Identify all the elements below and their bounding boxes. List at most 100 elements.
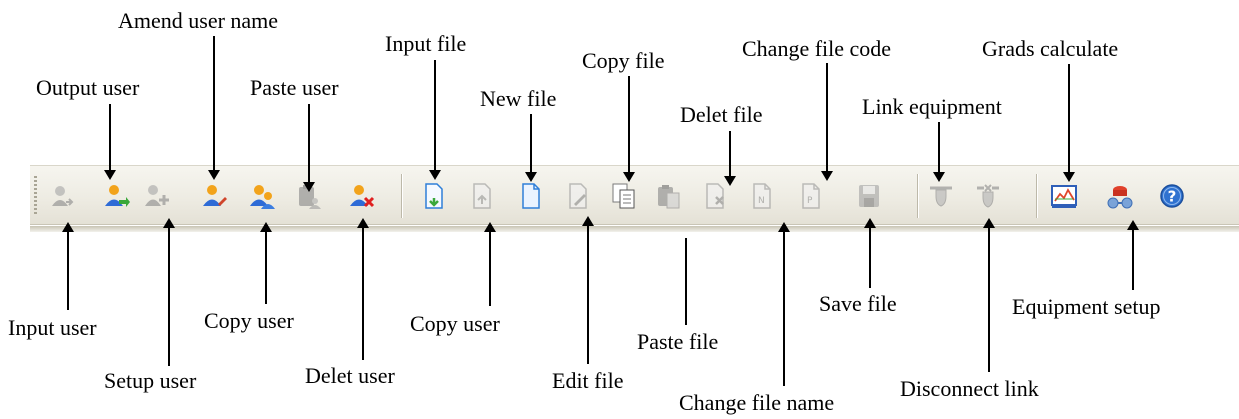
arrowhead [933,172,945,182]
file-export-icon [473,183,491,209]
equipment-setup-button[interactable] [1106,182,1134,210]
leader-change-file-code [826,63,828,173]
svg-text:N: N [758,196,765,206]
link-equipment-icon [930,186,952,207]
leader-disconnect-link [988,226,990,372]
svg-text:P: P [807,196,813,206]
leader-paste-user [308,104,310,184]
help-button[interactable]: ? [1158,182,1186,210]
copy-file-user-button[interactable] [468,182,496,210]
label-paste-user: Paste user [250,75,339,100]
user-add-icon [145,185,169,206]
grads-calculate-button[interactable] [1050,182,1078,210]
disconnect-link-icon [977,184,999,208]
label-setup-user: Setup user [104,368,197,393]
leader-input-file [434,60,436,172]
change-file-name-button[interactable]: N [748,182,776,210]
arrowhead [163,218,175,228]
toolbar-separator [917,174,919,218]
copy-file-button[interactable] [610,182,638,210]
file-code-icon: P [802,183,820,209]
delet-user-button[interactable] [348,182,376,210]
arrowhead [525,172,537,182]
equipment-setup-icon [1107,186,1133,209]
leader-output-user [109,104,111,172]
label-copy-user-left: Copy user [204,308,294,333]
label-copy-user-right: Copy user [410,311,500,336]
label-grads-calculate: Grads calculate [982,36,1119,61]
output-user-button[interactable] [102,182,130,210]
leader-copy-user-left [265,230,267,304]
input-user-button[interactable] [48,182,76,210]
leader-input-user [67,230,69,310]
arrowhead [484,222,496,232]
label-input-user: Input user [8,315,97,340]
save-icon [859,185,879,207]
file-new-icon [522,183,540,209]
toolbar-grip[interactable] [34,176,37,216]
leader-copy-file [628,76,630,174]
file-paste-icon [658,185,680,209]
label-change-file-code: Change file code [742,36,892,61]
file-edit-icon [569,183,587,209]
leader-grads-calculate [1068,64,1070,174]
label-input-file: Input file [385,31,467,56]
user-import-icon [52,186,74,206]
file-rename-icon: N [753,183,771,209]
change-file-code-button[interactable]: P [797,182,825,210]
label-delet-user: Delet user [305,363,395,388]
arrowhead [1063,172,1075,182]
arrowhead [208,170,220,180]
arrowhead [62,222,74,232]
leader-paste-file [685,238,687,325]
user-copy-icon [250,185,275,209]
input-file-button[interactable] [420,182,448,210]
save-file-button[interactable] [855,182,883,210]
file-copy-icon [612,183,635,209]
label-delet-file: Delet file [680,102,763,127]
leader-setup-user [168,226,170,366]
label-output-user: Output user [36,75,140,100]
file-import-icon [425,183,443,209]
label-copy-file: Copy file [582,48,665,73]
chart-calculate-icon [1051,185,1077,208]
arrowhead [724,176,736,186]
leader-edit-file [587,224,589,364]
delet-file-button[interactable] [701,182,729,210]
edit-file-button[interactable] [564,182,592,210]
arrowhead [429,170,441,180]
disconnect-link-button[interactable] [974,182,1002,210]
copy-user-button[interactable] [249,182,277,210]
label-save-file: Save file [819,291,897,316]
leader-delet-user [362,226,364,360]
user-edit-icon [203,185,227,206]
leader-copy-user-right [489,230,491,306]
leader-save-file [869,226,871,288]
arrowhead [778,222,790,232]
label-link-equipment: Link equipment [862,94,1002,119]
arrowhead [864,218,876,228]
arrowhead [983,218,995,228]
label-amend-user-name: Amend user name [118,8,279,33]
arrowhead [1127,220,1139,230]
leader-link-equipment [938,122,940,174]
label-edit-file: Edit file [552,368,624,393]
leader-amend-user-name [213,36,215,172]
paste-file-button[interactable] [655,182,683,210]
link-equipment-button[interactable] [927,182,955,210]
new-file-button[interactable] [517,182,545,210]
label-new-file: New file [480,86,557,111]
label-equipment-setup: Equipment setup [1012,294,1161,319]
leader-new-file [530,114,532,174]
arrowhead [104,170,116,180]
amend-user-name-button[interactable] [200,182,228,210]
toolbar-separator [401,174,403,218]
leader-equipment-setup [1132,228,1134,290]
user-delete-icon [350,185,375,208]
arrowhead [821,171,833,181]
leader-change-file-name [783,230,785,386]
label-disconnect-link: Disconnect link [900,376,1039,401]
svg-text:?: ? [1168,188,1177,206]
setup-user-button[interactable] [143,182,171,210]
help-icon: ? [1160,184,1184,208]
